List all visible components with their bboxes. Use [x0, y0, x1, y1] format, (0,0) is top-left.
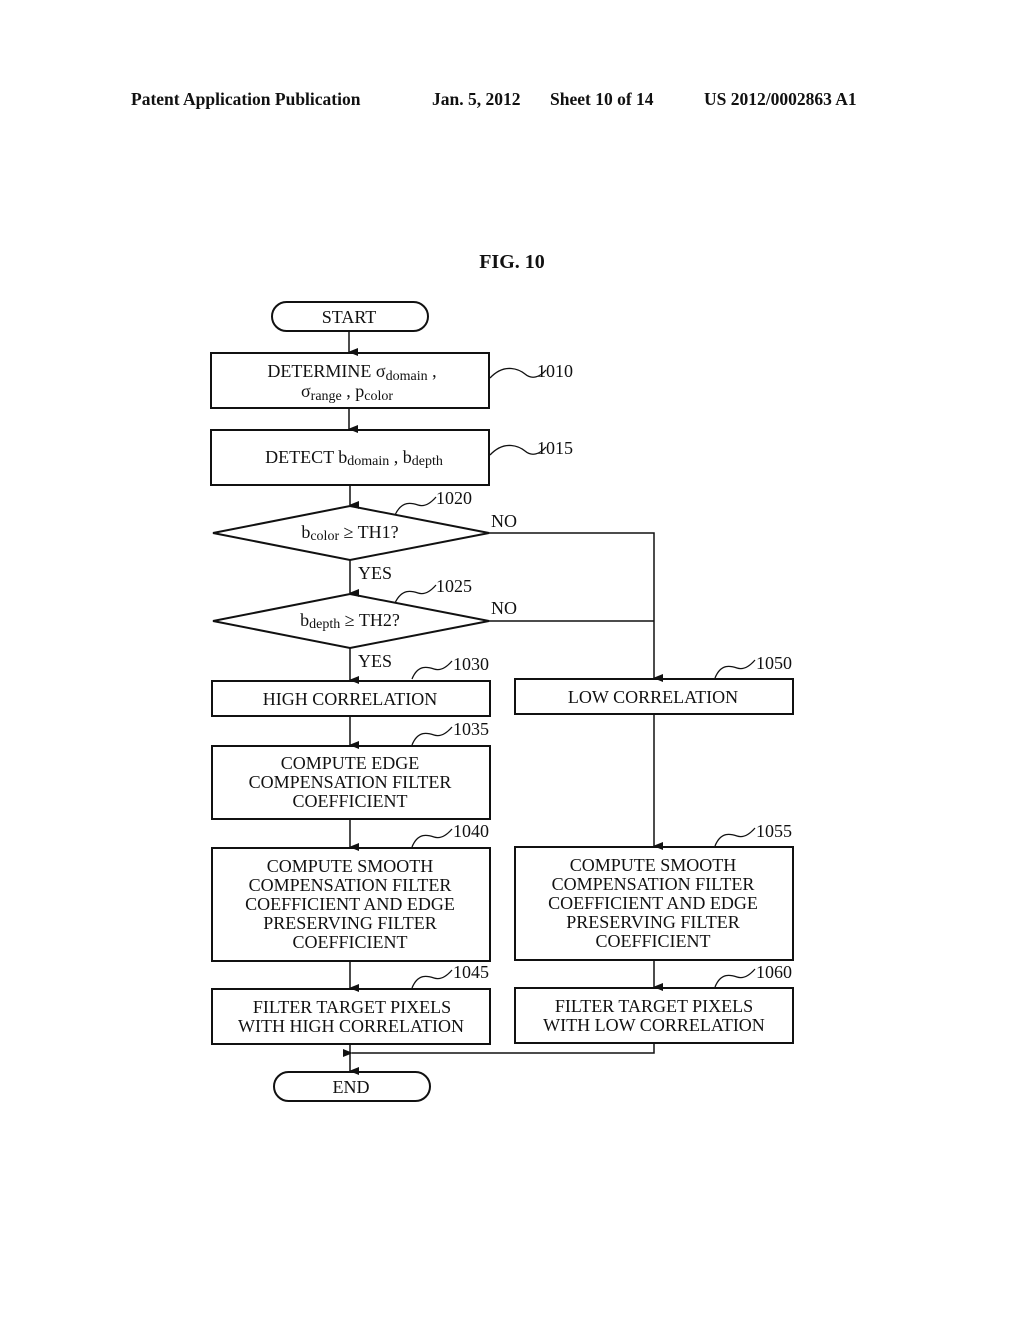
decision-1020-condition: ≥ TH1?: [339, 522, 399, 542]
start-label: START: [322, 307, 376, 327]
ref-1055: 1055: [756, 821, 792, 841]
step-1055-line4: PRESERVING FILTER: [566, 912, 739, 932]
step-1015-sub-domain: domain: [347, 454, 389, 469]
step-1040-line5: COEFFICIENT: [292, 932, 407, 952]
leader-1040: [411, 828, 453, 848]
decision-1025-sub: depth: [309, 617, 340, 632]
leader-1045: [411, 969, 453, 989]
step-1060-line2: WITH LOW CORRELATION: [543, 1015, 765, 1035]
decision-1025-text: bdepth ≥ TH2?: [300, 610, 400, 632]
decision-1020-text: bcolor ≥ TH1?: [301, 522, 398, 544]
ref-1010: 1010: [537, 361, 573, 381]
step-1050-text: LOW CORRELATION: [568, 687, 738, 707]
step-1010-sigma: DETERMINE σ: [267, 361, 385, 381]
leader-1030: [411, 660, 453, 680]
step-1010-sub-range: range: [311, 389, 342, 404]
ref-1035: 1035: [453, 719, 489, 739]
ref-1015: 1015: [537, 438, 573, 458]
leader-1020: [394, 496, 437, 516]
ref-1020: 1020: [436, 488, 472, 508]
step-1040-line1: COMPUTE SMOOTH: [267, 856, 434, 876]
step-1015-sub-depth: depth: [412, 454, 443, 469]
flowchart: START END DETERMINE σdomain , σrange , p…: [210, 301, 794, 1102]
step-1015-text: DETECT bdomain , bdepth: [265, 447, 443, 469]
end-label: END: [333, 1077, 370, 1097]
step-1035-line2: COMPENSATION FILTER: [249, 772, 452, 792]
decision-1025-condition: ≥ TH2?: [340, 610, 400, 630]
step-1040-line2: COMPENSATION FILTER: [249, 875, 452, 895]
step-1055-line5: COEFFICIENT: [595, 931, 710, 951]
leader-1055: [714, 827, 756, 847]
decision-1025-no: NO: [491, 598, 517, 618]
step-1015-detect: DETECT b: [265, 447, 347, 467]
step-1055-line3: COEFFICIENT AND EDGE: [548, 893, 758, 913]
ref-1050: 1050: [756, 653, 792, 673]
ref-1030: 1030: [453, 654, 489, 674]
step-1010-sigma2: σ: [301, 381, 311, 401]
step-1010-p: , p: [342, 381, 365, 401]
decision-1025-yes: YES: [358, 651, 392, 671]
ref-1045: 1045: [453, 962, 489, 982]
step-1010-line2: σrange , pcolor: [301, 381, 393, 404]
step-1010-sub-color: color: [364, 389, 393, 404]
step-1015-b: , b: [389, 447, 412, 467]
step-1040-line4: PRESERVING FILTER: [263, 913, 436, 933]
decision-1020-b: b: [301, 522, 310, 542]
ref-1040: 1040: [453, 821, 489, 841]
step-1055-line1: COMPUTE SMOOTH: [570, 855, 737, 875]
step-1055-line2: COMPENSATION FILTER: [552, 874, 755, 894]
leader-1060: [714, 968, 756, 988]
decision-1020-sub: color: [310, 529, 339, 544]
decision-1025-b: b: [300, 610, 309, 630]
decision-1020-no: NO: [491, 511, 517, 531]
ref-1060: 1060: [756, 962, 792, 982]
step-1040-line3: COEFFICIENT AND EDGE: [245, 894, 455, 914]
step-1035-line3: COEFFICIENT: [292, 791, 407, 811]
step-1045-line2: WITH HIGH CORRELATION: [238, 1016, 464, 1036]
leader-1025: [394, 584, 437, 604]
step-1035-line1: COMPUTE EDGE: [281, 753, 420, 773]
step-1045-line1: FILTER TARGET PIXELS: [253, 997, 451, 1017]
ref-1025: 1025: [436, 576, 472, 596]
step-1010-sub-domain: domain: [386, 369, 428, 384]
leader-1050: [714, 659, 756, 679]
step-1030-text: HIGH CORRELATION: [263, 689, 438, 709]
decision-1020-yes: YES: [358, 563, 392, 583]
leader-1035: [411, 726, 453, 746]
step-1060-line1: FILTER TARGET PIXELS: [555, 996, 753, 1016]
step-1010-comma: ,: [428, 361, 437, 381]
